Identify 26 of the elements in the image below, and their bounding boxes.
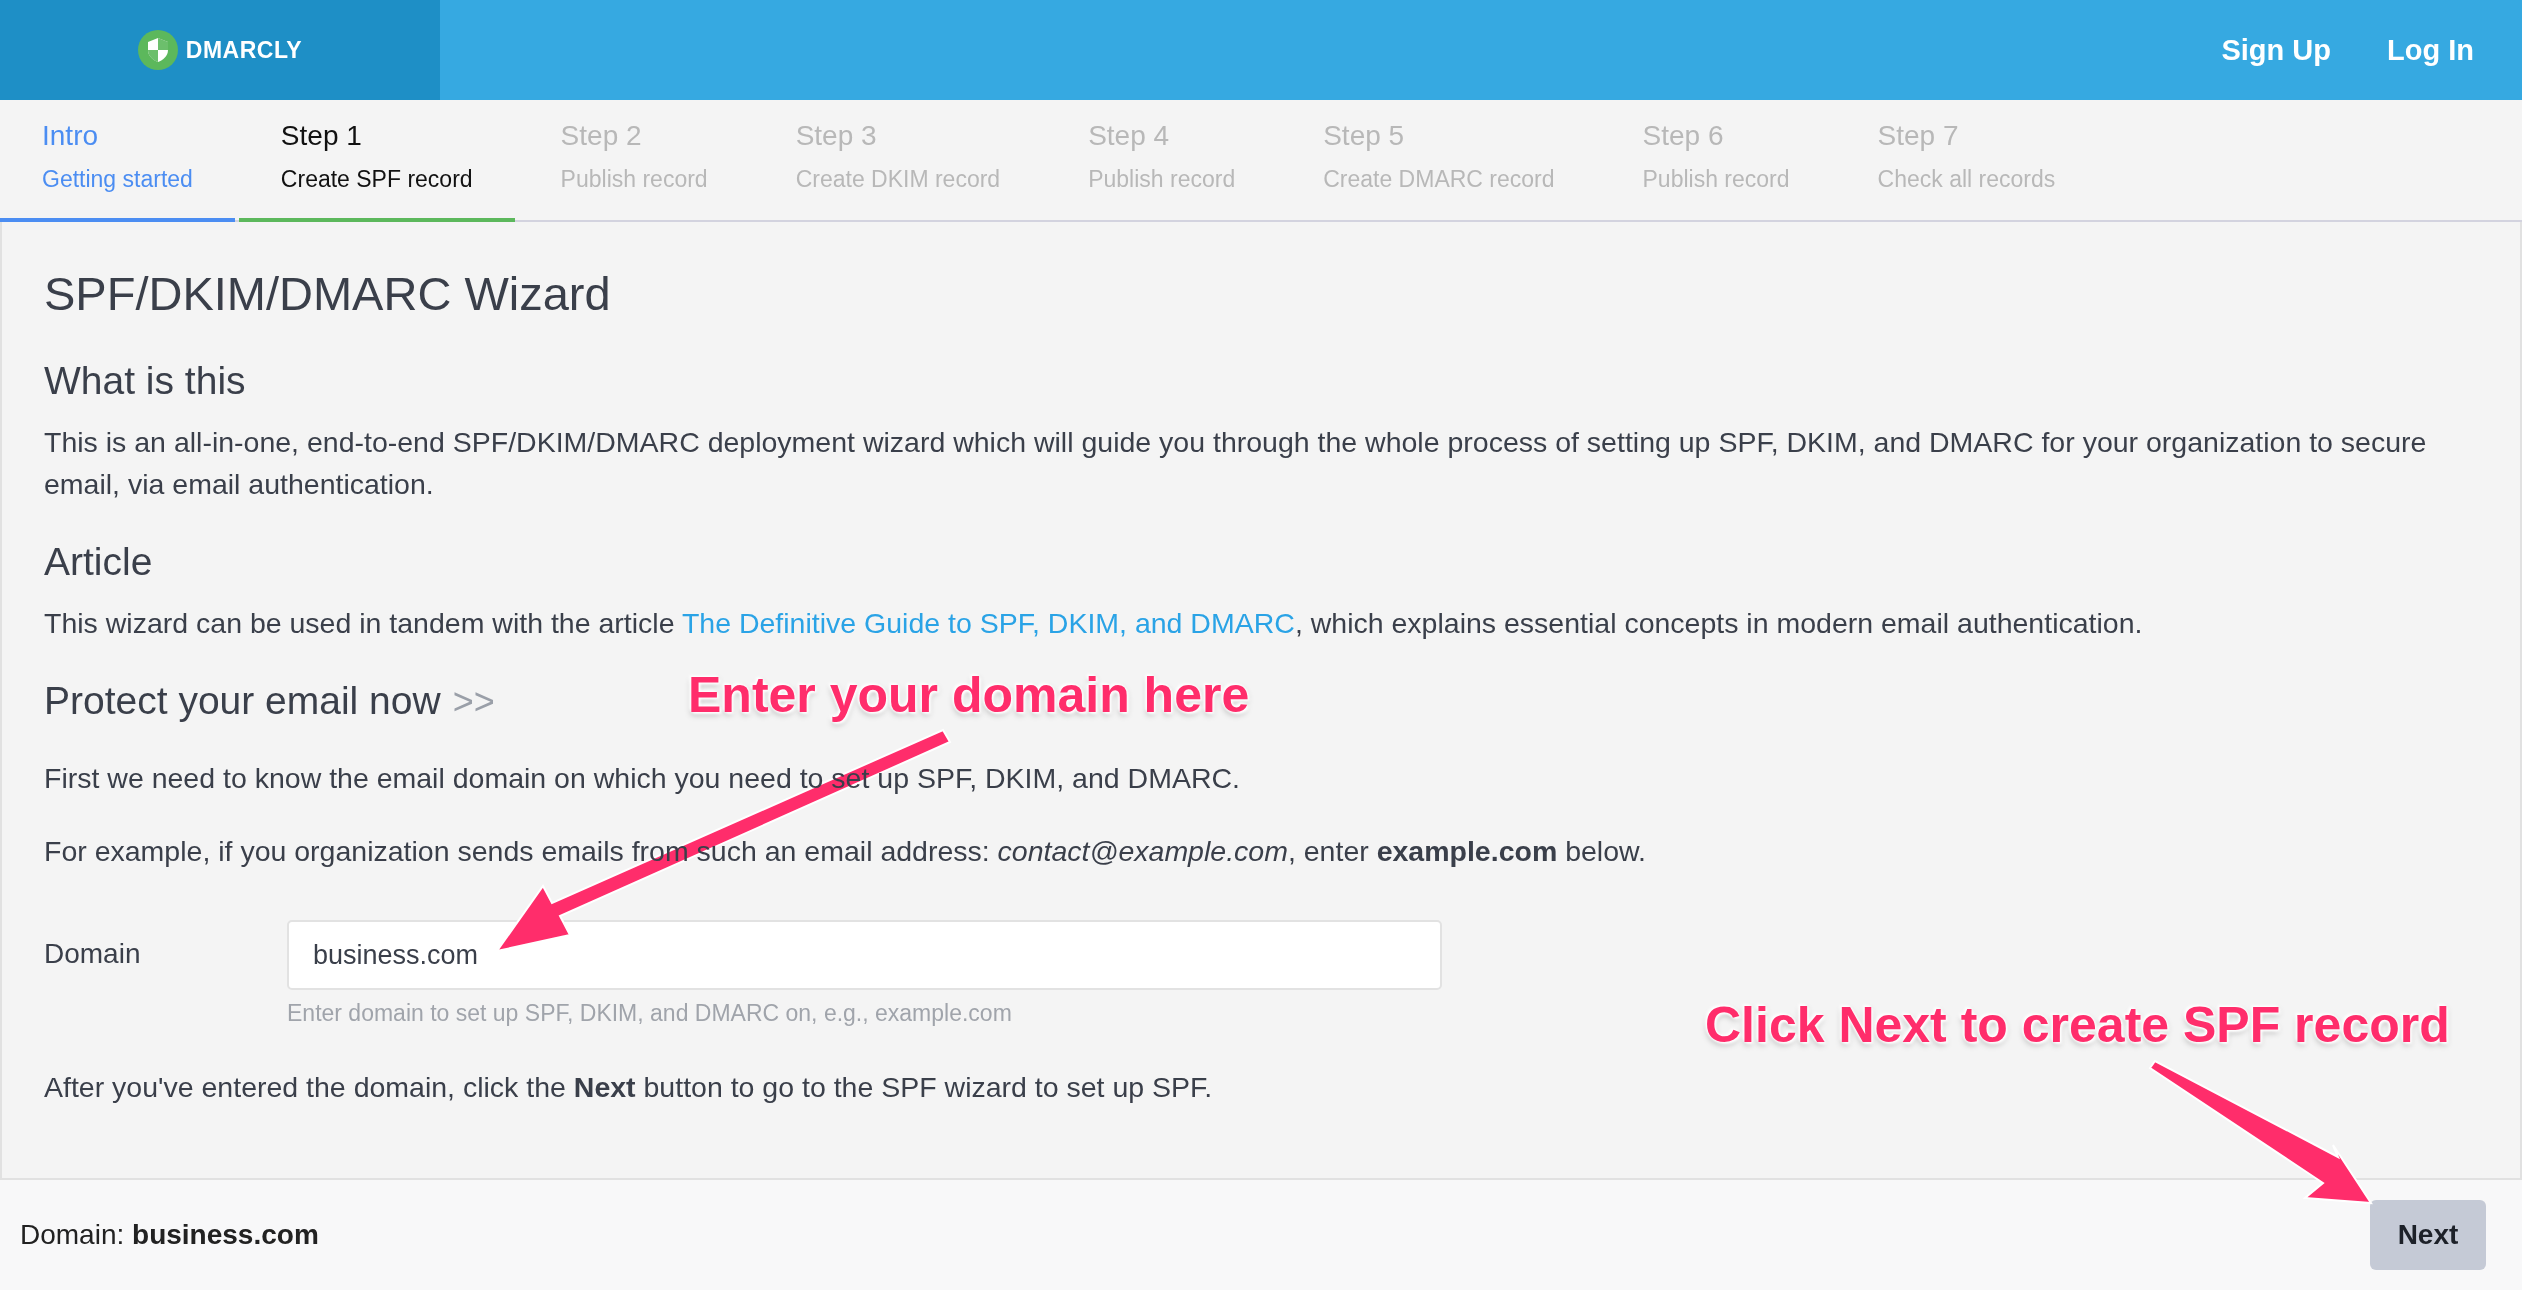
- section-heading: What is this: [44, 359, 247, 403]
- article-link[interactable]: The Definitive Guide to SPF, DKIM, and DMARC: [681, 607, 1295, 639]
- brand-name: DMARCLY: [185, 36, 303, 64]
- step-tab[interactable]: Step 6 Publish record: [1600, 100, 1832, 222]
- help-text: Enter domain to set up SPF, DKIM, and DMARC on, e.g., example.com: [287, 1000, 1013, 1027]
- section-heading: Protect your email now: [44, 679, 441, 723]
- section-heading: Article: [44, 540, 154, 584]
- chevrons-text: >>: [452, 681, 495, 723]
- header-link[interactable]: Sign Up: [2221, 33, 2331, 67]
- field-label: Domain: [44, 937, 142, 970]
- annotation-text: Click Next to create SPF record: [1705, 996, 2450, 1054]
- instruction-text: After you've entered the domain, click the Next button to go to the SPF wizard to set up SPF.: [44, 1070, 1214, 1105]
- next-button[interactable]: Next: [2370, 1200, 2486, 1270]
- description-text: This is an all-in-one, end-to-end SPF/DKIM/DMARC deployment wizard which will guide you through the whole process of setting up SPF, DKIM, and DMARC for your organization to secure email, via email authentication.: [44, 425, 2428, 502]
- header-link[interactable]: Log In: [2387, 33, 2474, 67]
- domain-summary: Domain: business.com: [20, 1219, 319, 1251]
- page-title: SPF/DKIM/DMARC Wizard: [44, 266, 612, 321]
- annotation-text: Enter your domain here: [688, 666, 1250, 724]
- step-tab[interactable]: Step 3 Create DKIM record: [753, 100, 1043, 222]
- shield-logo-icon: [137, 30, 178, 70]
- step-tab[interactable]: Step 4 Publish record: [1046, 100, 1278, 222]
- article-text: This wizard can be used in tandem with the article The Definitive Guide to SPF, DKIM, and DMARC, which explains essential concepts in modern email authentication.: [44, 606, 2144, 641]
- step-tab[interactable]: Step 7 Check all records: [1835, 100, 2098, 222]
- step-tab[interactable]: Step 2 Publish record: [518, 100, 750, 222]
- step-tab[interactable]: Step 5 Create DMARC record: [1281, 100, 1597, 222]
- domain-input-field[interactable]: business.com: [287, 920, 1442, 990]
